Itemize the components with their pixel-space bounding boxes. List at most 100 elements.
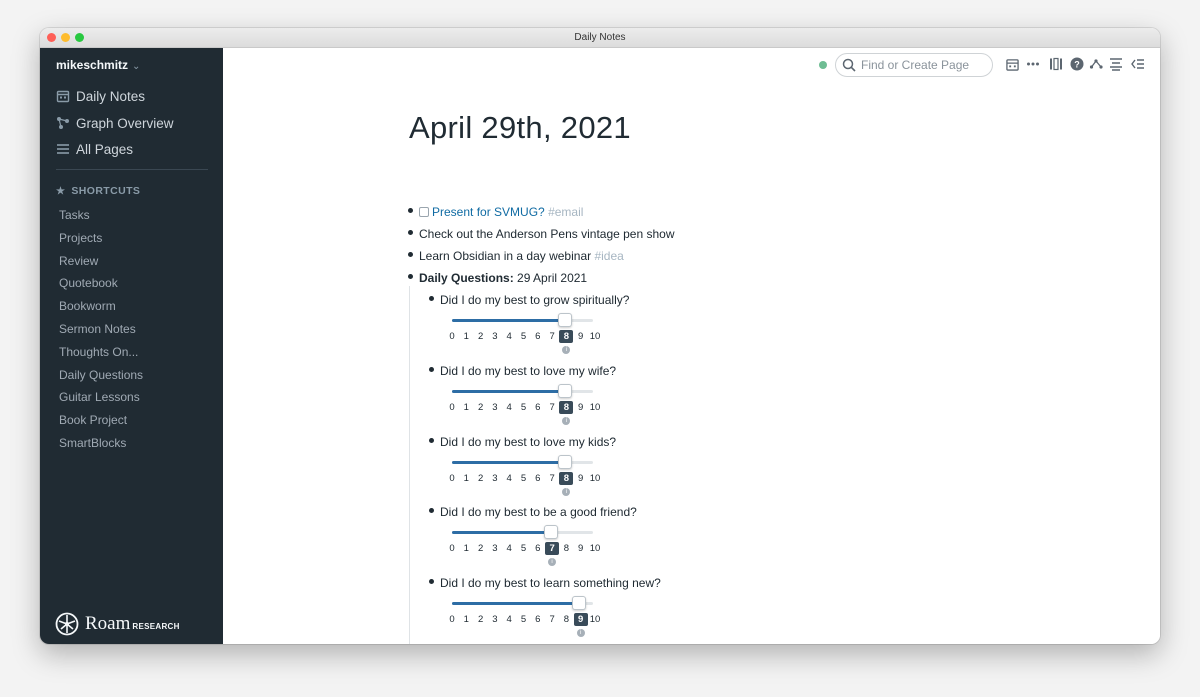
slider-tick-label: 2 [477,543,484,555]
shortcut-item[interactable]: Review [59,254,98,268]
slider-tick-label: 8 [559,400,574,414]
title-bar: Daily Notes [40,28,1160,48]
nav-graph-overview[interactable]: Graph Overview [56,112,174,134]
block-bullet[interactable] [408,230,413,235]
tag-email[interactable]: #email [548,205,583,219]
block-svmug[interactable]: Present for SVMUG? #email [419,205,583,219]
slider-tick-label: 1 [463,331,469,342]
slider-handle[interactable] [557,383,572,398]
question-bullet[interactable] [429,366,434,372]
question-text[interactable]: Did I do my best to grow spiritually? [440,293,629,307]
shortcut-item[interactable]: SmartBlocks [59,436,126,450]
help-icon[interactable]: ? [1070,57,1084,71]
slider-tick-label: 9 [578,331,584,342]
slider-tick-label: 9 [578,543,584,555]
maximize-window-button[interactable] [75,33,84,42]
user-menu[interactable]: mikeschmitz ⌄ [56,58,140,72]
slider-tick-label: 8 [563,543,570,555]
slider-tick-label: 2 [477,472,484,484]
shortcut-item[interactable]: Guitar Lessons [59,390,140,404]
slider-tick-label: 8 [559,330,574,343]
slider-tick-label: 1 [463,543,469,555]
question-bullet[interactable] [429,579,434,585]
sidebar-icon[interactable] [1049,57,1063,71]
right-sidebar-icon[interactable] [1131,57,1145,71]
slider-tick-label: 0 [449,543,455,555]
slider-fill [452,389,565,393]
main-content: ? April 29th, 2021 Present for SVMUG? #e… [223,48,1160,644]
slider-tick-label: 5 [520,543,527,555]
graph-icon[interactable] [1089,57,1103,71]
list-icon [57,144,69,154]
block-text: 29 April 2021 [517,271,588,285]
slider-tick-label: 7 [549,614,555,626]
shortcut-item[interactable]: Daily Questions [59,368,143,382]
rating-slider[interactable] [452,319,593,322]
rating-slider[interactable] [452,460,593,464]
slider-handle[interactable] [557,454,572,469]
shortcut-item[interactable]: Book Project [59,413,127,427]
roam-wordmark: Roam [85,613,131,634]
todo-checkbox[interactable] [419,207,429,217]
page-title[interactable]: April 29th, 2021 [409,110,631,146]
slider-info-icon[interactable]: i [562,416,571,425]
slider-tick-label: 7 [549,331,555,342]
minimize-window-button[interactable] [61,33,70,42]
slider-handle[interactable] [557,313,572,327]
roam-logo-icon [55,612,79,636]
shortcut-item[interactable]: Quotebook [59,276,118,290]
more-icon[interactable] [1026,57,1040,71]
block-bullet[interactable] [408,208,413,213]
shortcut-item[interactable]: Sermon Notes [59,322,136,336]
block-bold-label: Daily Questions: [419,271,514,285]
shortcut-item[interactable]: Thoughts On... [59,345,138,359]
question-text[interactable]: Did I do my best to love my wife? [440,364,616,378]
graph-icon [57,117,69,129]
question-bullet[interactable] [429,296,434,301]
left-sidebar: mikeschmitz ⌄ Daily Notes Graph Overview … [40,48,223,644]
slider-tick-label: 0 [449,401,455,413]
rating-slider[interactable] [452,389,593,393]
slider-tick-label: 10 [589,472,601,484]
block-bullet[interactable] [408,252,413,257]
calendar-icon[interactable] [1005,57,1019,71]
shortcut-item[interactable]: Projects [59,231,102,245]
tag-idea[interactable]: #idea [594,249,623,263]
question-text[interactable]: Did I do my best to love my kids? [440,435,616,449]
slider-info-icon[interactable]: i [576,629,585,638]
slider-tick-label: 1 [463,614,469,626]
slider-info-icon[interactable]: i [562,346,571,354]
close-window-button[interactable] [47,33,56,42]
nav-all-pages[interactable]: All Pages [56,138,133,160]
slider-handle[interactable] [543,525,558,540]
slider-tick-label: 10 [589,614,601,626]
slider-tick-label: 3 [492,543,498,555]
slider-tick-label: 2 [477,401,484,413]
question-bullet[interactable] [429,437,434,443]
block-obsidian[interactable]: Learn Obsidian in a day webinar #idea [419,249,624,263]
slider-tick-label: 7 [549,472,555,484]
page-link[interactable]: Present for SVMUG? [432,205,545,219]
block-daily-questions[interactable]: Daily Questions: 29 April 2021 [419,271,587,285]
nav-daily-notes[interactable]: Daily Notes [56,85,145,107]
block-bullet[interactable] [408,274,413,279]
filter-icon[interactable] [1109,57,1123,71]
slider-tick-label: 6 [535,614,541,626]
slider-info-icon[interactable]: i [562,487,571,496]
block-anderson-pens[interactable]: Check out the Anderson Pens vintage pen … [419,227,675,241]
question-bullet[interactable] [429,508,434,514]
rating-slider[interactable] [452,531,593,535]
sync-status-dot [819,61,827,69]
slider-handle[interactable] [571,596,586,611]
slider-tick-label: 0 [449,331,455,342]
svg-text:?: ? [1074,60,1080,70]
search-input[interactable] [861,58,981,72]
shortcut-item[interactable]: Tasks [59,208,90,222]
search-box[interactable] [835,53,993,77]
sidebar-divider [56,169,208,170]
question-text[interactable]: Did I do my best to learn something new? [440,576,661,590]
slider-info-icon[interactable]: i [548,558,557,567]
shortcuts-header: ★ SHORTCUTS [56,185,140,197]
shortcut-item[interactable]: Bookworm [59,299,116,313]
question-text[interactable]: Did I do my best to be a good friend? [440,505,637,519]
